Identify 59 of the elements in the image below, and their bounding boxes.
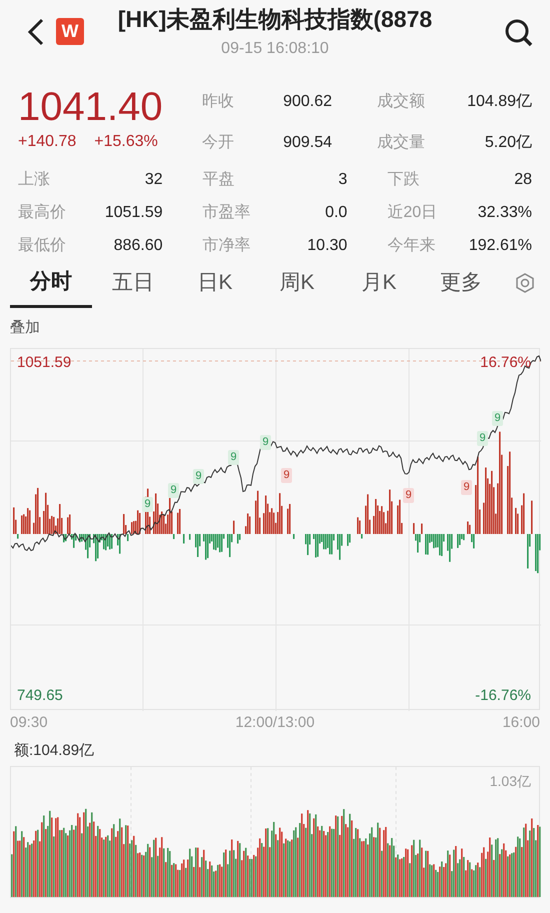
stat-value: 104.89亿 [467, 92, 532, 112]
signal-marker: 9 [477, 431, 488, 446]
last-price: 1041.40 [18, 86, 164, 128]
signal-marker: 9 [281, 468, 292, 483]
high-percent-label: 16.76% [480, 353, 531, 373]
signal-marker: 9 [260, 435, 271, 450]
stat-label: 今开 [202, 133, 234, 153]
signal-marker: 9 [168, 483, 179, 498]
stat-value: 10.30 [307, 236, 348, 256]
quote-time: 09-15 16:08:10 [221, 38, 329, 58]
chart-tab[interactable]: 分时 [10, 258, 92, 308]
overlay-button[interactable]: 叠加 [10, 316, 40, 340]
signal-marker: 9 [403, 488, 414, 503]
chart-tab[interactable]: 更多 [420, 258, 502, 308]
time-label: 09:30 [10, 712, 48, 733]
volume-label: 额:104.89亿 [14, 740, 94, 761]
stat-label: 昨收 [202, 92, 234, 112]
stat-value: 192.61% [468, 236, 532, 256]
stat-label: 成交额 [377, 92, 425, 112]
volume-max-label: 1.03亿 [490, 772, 531, 791]
settings-icon[interactable] [514, 272, 536, 294]
chart-tab[interactable]: 日K [174, 258, 256, 308]
stat-value: 32.33% [478, 203, 532, 223]
signal-marker: 9 [492, 411, 503, 426]
signal-marker: 9 [193, 469, 204, 484]
stat-label: 最高价 [18, 202, 66, 223]
stat-value: 0.0 [325, 203, 348, 223]
signal-marker: 9 [461, 480, 472, 495]
stat-label: 市盈率 [202, 202, 251, 223]
low-price-label: 749.65 [17, 686, 63, 706]
stat-label: 上涨 [18, 170, 50, 190]
stock-title: [HK]未盈利生物科技指数(8878 [118, 5, 432, 34]
stat-label: 下跌 [387, 170, 420, 190]
signal-marker: 9 [228, 450, 239, 465]
stat-value: 3 [338, 170, 348, 190]
stat-value: 5.20亿 [484, 133, 532, 153]
signal-marker: 9 [142, 497, 153, 512]
time-label: 16:00 [502, 712, 540, 733]
change-percent: +15.63% [94, 132, 158, 152]
chart-tab[interactable]: 月K [338, 258, 420, 308]
stat-value: 886.60 [114, 236, 163, 256]
stat-label: 平盘 [202, 170, 235, 190]
stat-label: 今年来 [387, 236, 436, 256]
stat-label: 近20日 [387, 202, 438, 223]
stat-value: 900.62 [283, 92, 332, 112]
stat-label: 最低价 [18, 236, 66, 256]
time-label: 12:00/13:00 [235, 712, 315, 733]
chart-tab[interactable]: 周K [256, 258, 338, 308]
stat-label: 市净率 [202, 236, 251, 256]
app-badge: W [56, 18, 84, 45]
stat-label: 成交量 [377, 132, 425, 153]
chart-tab[interactable]: 五日 [92, 258, 174, 308]
price-change: +140.78 [18, 132, 76, 152]
low-percent-label: -16.76% [475, 686, 531, 706]
stat-value: 32 [144, 170, 163, 190]
stat-value: 909.54 [283, 133, 332, 153]
stat-value: 1051.59 [104, 203, 163, 223]
stat-value: 28 [514, 170, 532, 190]
high-price-label: 1051.59 [17, 353, 72, 373]
